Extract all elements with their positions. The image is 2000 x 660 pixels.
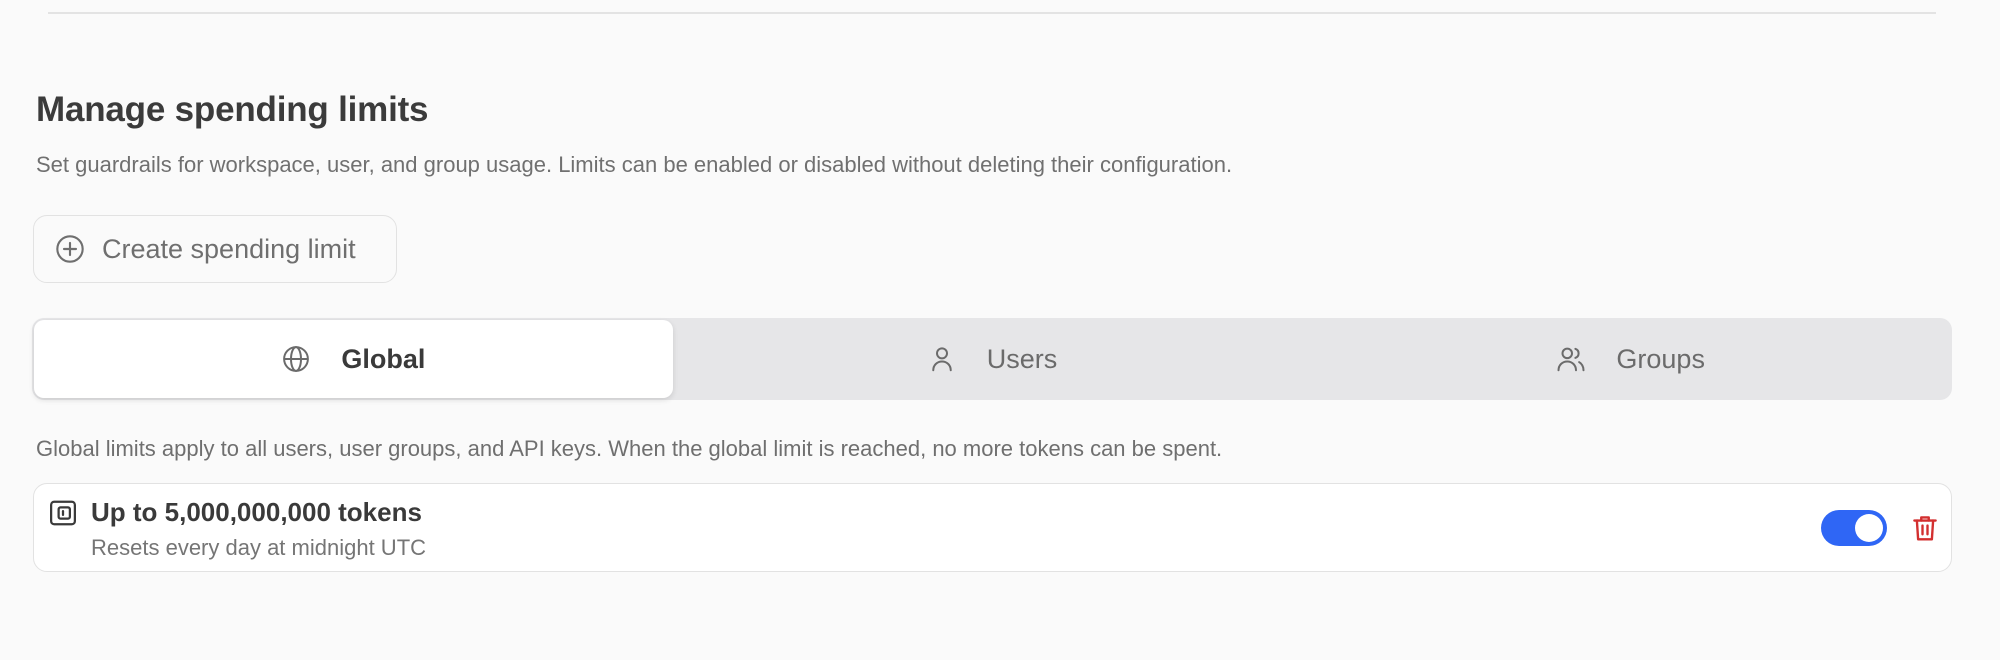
create-spending-limit-label: Create spending limit (102, 233, 356, 264)
tab-description: Global limits apply to all users, user g… (36, 436, 1223, 461)
create-spending-limit-button[interactable]: Create spending limit (33, 215, 397, 283)
section-description: Set guardrails for workspace, user, and … (36, 152, 1233, 177)
top-divider (48, 12, 1936, 14)
toggle-knob (1855, 514, 1883, 542)
user-icon (927, 344, 957, 374)
tab-users-label: Users (986, 343, 1058, 374)
wallet-icon (48, 498, 78, 528)
tab-groups-label: Groups (1616, 343, 1705, 374)
trash-icon (1913, 516, 1937, 541)
tab-global[interactable]: Global (34, 320, 673, 398)
limit-title: Up to 5,000,000,000 tokens (91, 497, 422, 527)
delete-limit-button[interactable] (1907, 510, 1943, 546)
globe-icon (281, 344, 311, 374)
tab-groups[interactable]: Groups (1311, 320, 1950, 398)
section-title: Manage spending limits (36, 90, 429, 129)
users-icon (1556, 344, 1586, 374)
limit-reset-schedule: Resets every day at midnight UTC (91, 535, 427, 560)
scope-tabs: Global Users Groups (32, 318, 1952, 400)
tab-global-label: Global (341, 343, 426, 374)
spending-limit-card: Up to 5,000,000,000 tokens Resets every … (33, 483, 1952, 572)
plus-circle-icon (54, 233, 86, 265)
limit-enabled-toggle[interactable] (1821, 510, 1887, 546)
tab-users[interactable]: Users (673, 320, 1312, 398)
